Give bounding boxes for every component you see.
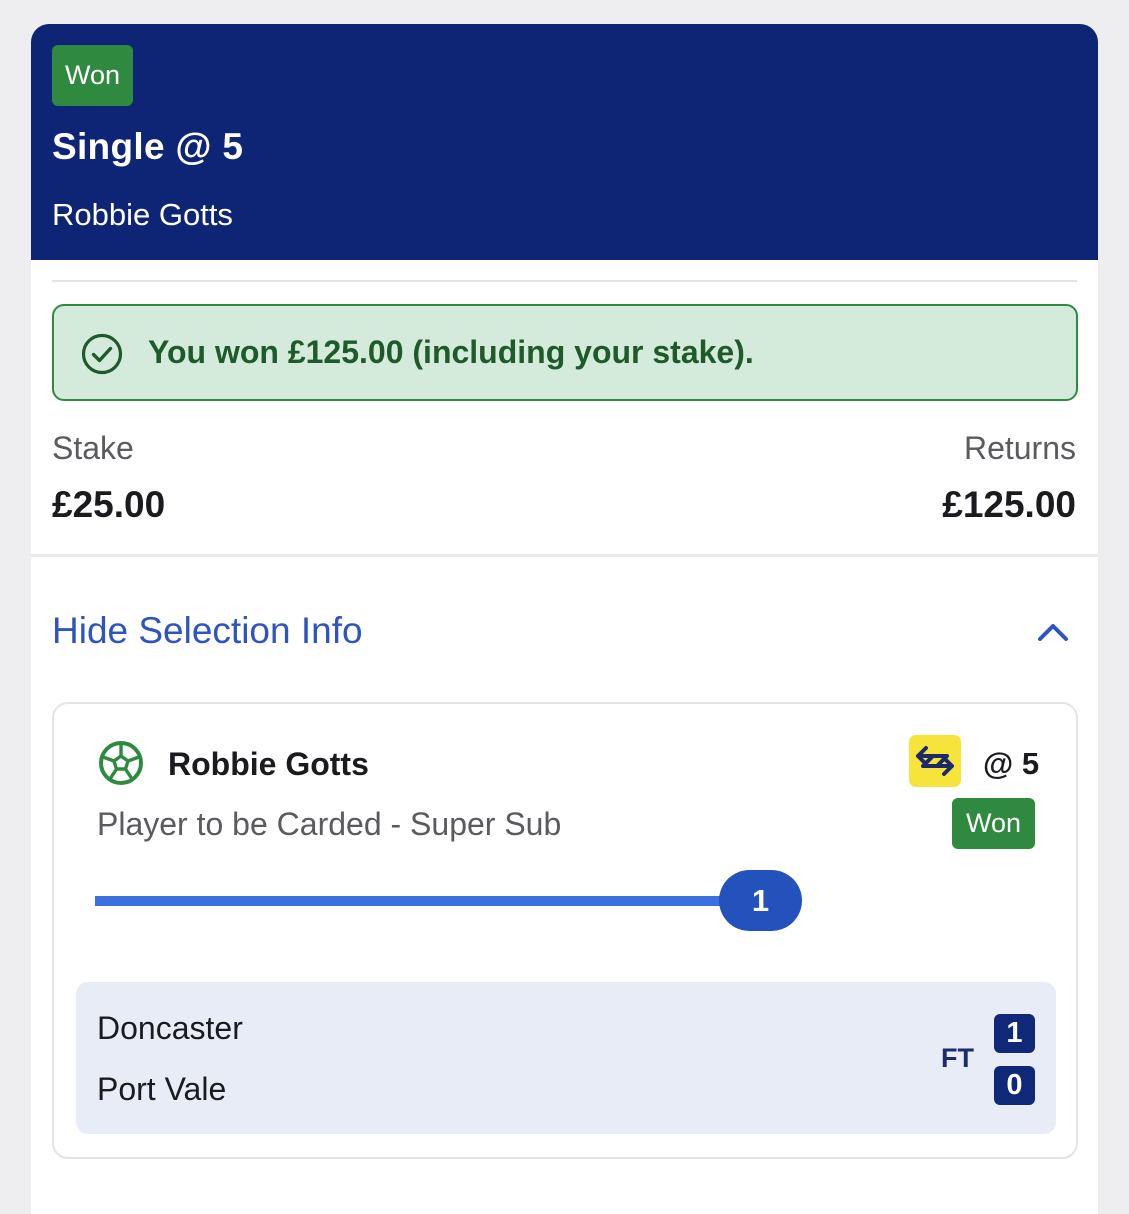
section-divider <box>31 554 1098 557</box>
returns-value: £125.00 <box>942 484 1076 525</box>
bet-subtitle: Robbie Gotts <box>52 197 233 232</box>
odds: @ 5 <box>983 746 1040 781</box>
progress-value-bubble: 1 <box>719 870 802 931</box>
stake-value: £25.00 <box>52 484 166 525</box>
divider <box>52 280 1077 282</box>
match-period: FT <box>941 1043 974 1073</box>
progress-track <box>95 896 785 906</box>
won-banner: You won £125.00 (including your stake). <box>52 304 1078 401</box>
won-banner-text: You won £125.00 (including your stake). <box>148 334 754 370</box>
bet-header: Won Single @ 5 Robbie Gotts <box>31 24 1098 260</box>
bet-card: Won Single @ 5 Robbie Gotts You won £125… <box>31 24 1098 1214</box>
selection-status-badge: Won <box>952 798 1035 849</box>
home-score: 1 <box>994 1014 1035 1053</box>
player-name: Robbie Gotts <box>168 746 369 782</box>
away-team: Port Vale <box>97 1071 227 1107</box>
check-circle-icon <box>81 333 123 375</box>
chevron-up-icon[interactable] <box>1035 616 1071 646</box>
away-score: 0 <box>994 1066 1035 1105</box>
home-team: Doncaster <box>97 1010 243 1046</box>
stake-label: Stake <box>52 430 134 466</box>
football-icon <box>99 741 143 785</box>
bet-title: Single @ 5 <box>52 126 244 167</box>
super-sub-swap-icon <box>909 735 961 787</box>
scoreboard: Doncaster Port Vale FT 1 0 <box>76 982 1056 1134</box>
status-badge: Won <box>52 45 133 106</box>
market-name: Player to be Carded - Super Sub <box>97 806 562 842</box>
returns-label: Returns <box>963 430 1076 466</box>
hide-selection-info-link[interactable]: Hide Selection Info <box>52 610 363 652</box>
selection-card: Robbie Gotts @ 5 Player to be Carded - S… <box>52 702 1078 1159</box>
